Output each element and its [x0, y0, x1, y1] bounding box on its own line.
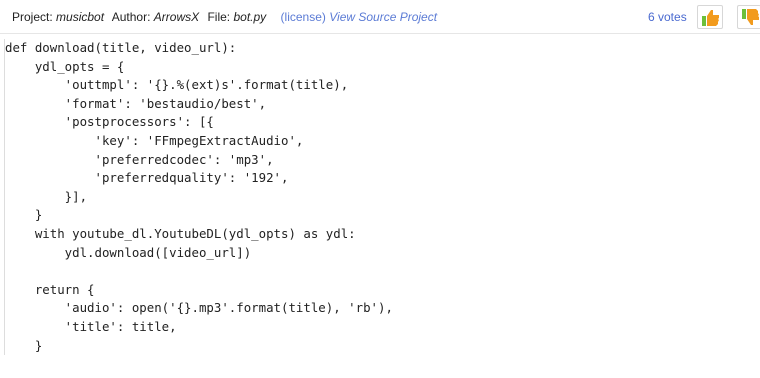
code-line: ydl_opts = {: [5, 58, 125, 74]
code-block: def download(title, video_url): ydl_opts…: [4, 39, 393, 356]
code-line: with youtube_dl.YoutubeDL(ydl_opts) as y…: [5, 225, 356, 241]
code-line: 'key': 'FFmpegExtractAudio',: [5, 132, 304, 148]
thumbs-up-icon: [702, 10, 719, 26]
code-line: def download(title, video_url):: [5, 40, 237, 55]
code-line: 'format': 'bestaudio/best',: [5, 95, 267, 111]
code-line: 'postprocessors': [{: [5, 114, 214, 130]
example-meta: Project: musicbot Author: ArrowsX File: …: [12, 10, 437, 24]
code-line: 'outtmpl': '{}.%(ext)s'.format(title),: [5, 77, 349, 93]
license-link[interactable]: (license): [281, 10, 326, 24]
thumbs-down-icon: [742, 9, 759, 25]
project-label: Project:: [12, 10, 53, 24]
code-line: 'title': title,: [5, 318, 177, 334]
code-line: }],: [5, 188, 88, 204]
code-line: }: [5, 207, 43, 223]
code-line: 'audio': open('{}.mp3'.format(title), 'r…: [5, 300, 393, 316]
project-name: musicbot: [56, 10, 105, 24]
code-line: 'preferredquality': '192',: [5, 170, 289, 186]
view-source-link[interactable]: View Source Project: [329, 10, 437, 24]
code-line: 'preferredcodec': 'mp3',: [5, 151, 274, 167]
example-header: Project: musicbot Author: ArrowsX File: …: [0, 0, 760, 34]
author-label: Author:: [111, 10, 151, 24]
code-line: ydl.download([video_url]): [5, 244, 252, 260]
code-line: }: [5, 337, 43, 353]
upvote-button[interactable]: [697, 5, 723, 29]
vote-count: 6 votes: [648, 10, 687, 24]
file-name: bot.py: [233, 10, 267, 24]
downvote-button[interactable]: [737, 5, 760, 29]
code-line: return {: [5, 281, 95, 297]
author-name: ArrowsX: [153, 10, 200, 24]
file-label: File:: [207, 10, 231, 24]
